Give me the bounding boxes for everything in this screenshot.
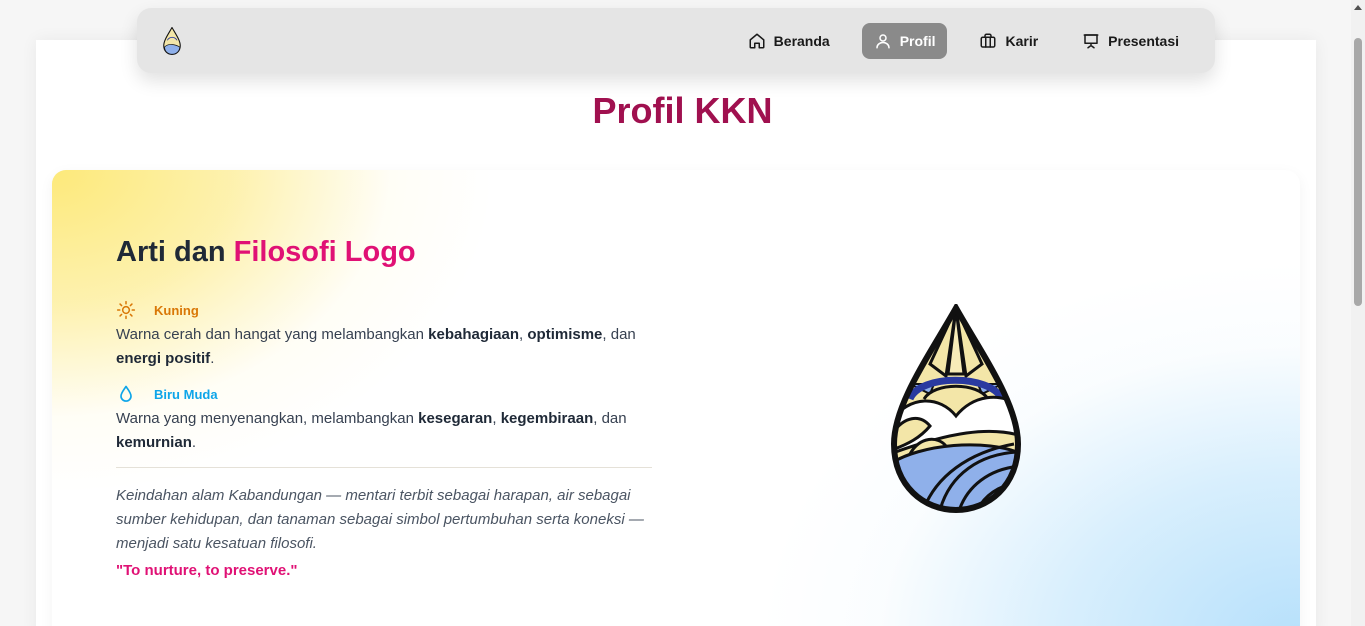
desc-bold: energi positif — [116, 350, 211, 367]
nav-item-label: Beranda — [773, 32, 830, 49]
nav-item-label: Karir — [1005, 32, 1039, 49]
desc-text: Warna cerah dan hangat yang melambangkan — [116, 326, 429, 343]
kkn-logo-icon[interactable] — [161, 26, 183, 55]
nav-item-beranda[interactable]: Beranda — [736, 23, 842, 59]
vertical-scrollbar[interactable] — [1351, 0, 1365, 626]
desc-text: . — [191, 434, 197, 451]
user-icon — [875, 33, 890, 48]
nav-links: Beranda Profil Karir Presentasi — [736, 22, 1191, 59]
nav-item-label: Profil — [899, 32, 936, 49]
desc-bold: kemurnian — [116, 434, 192, 451]
color-name: Kuning — [154, 302, 199, 318]
navbar: Beranda Profil Karir Presentasi — [137, 8, 1215, 73]
home-icon — [749, 33, 765, 48]
color-description-biru-muda: Warna yang menyenangkan, melambangkan ke… — [116, 407, 656, 455]
droplet-icon — [120, 385, 132, 402]
desc-text: . — [210, 350, 215, 367]
page-title: Profil KKN — [592, 90, 773, 131]
color-label-kuning: Kuning — [116, 300, 199, 320]
tagline: "To nurture, to preserve." — [116, 562, 298, 579]
desc-bold: kebahagiaan — [428, 326, 520, 343]
desc-text: Warna yang menyenangkan, melambangkan — [116, 410, 419, 427]
section-heading: Arti dan Filosofi Logo — [116, 236, 416, 269]
nav-item-label: Presentasi — [1108, 32, 1179, 49]
color-label-biru-muda: Biru Muda — [116, 384, 218, 404]
heading-accent: Filosofi Logo — [233, 236, 416, 268]
kkn-logo-illustration — [890, 304, 1022, 514]
nav-item-presentasi[interactable]: Presentasi — [1070, 23, 1191, 59]
scrollbar-thumb[interactable] — [1354, 38, 1362, 306]
desc-text: , dan — [602, 326, 636, 343]
desc-bold: kegembiraan — [500, 410, 594, 427]
divider — [116, 467, 652, 468]
sun-icon — [116, 300, 136, 320]
scroll-up-arrow-icon[interactable] — [1354, 5, 1362, 10]
desc-text: , dan — [593, 410, 627, 427]
desc-text: , — [492, 410, 501, 427]
desc-bold: kesegaran — [418, 410, 493, 427]
color-description-kuning: Warna cerah dan hangat yang melambangkan… — [116, 323, 656, 371]
philosophy-quote: Keindahan alam Kabandungan — mentari ter… — [116, 487, 644, 552]
heading-plain: Arti dan — [116, 236, 234, 268]
color-name: Biru Muda — [154, 386, 218, 402]
desc-bold: optimisme — [527, 326, 603, 343]
presentation-icon — [1083, 33, 1099, 48]
nav-item-karir[interactable]: Karir — [967, 23, 1050, 59]
nav-item-profil[interactable]: Profil — [861, 22, 948, 59]
briefcase-icon — [980, 33, 996, 48]
logo-philosophy-card: Arti dan Filosofi Logo Kuning Warna cera… — [52, 170, 1300, 626]
